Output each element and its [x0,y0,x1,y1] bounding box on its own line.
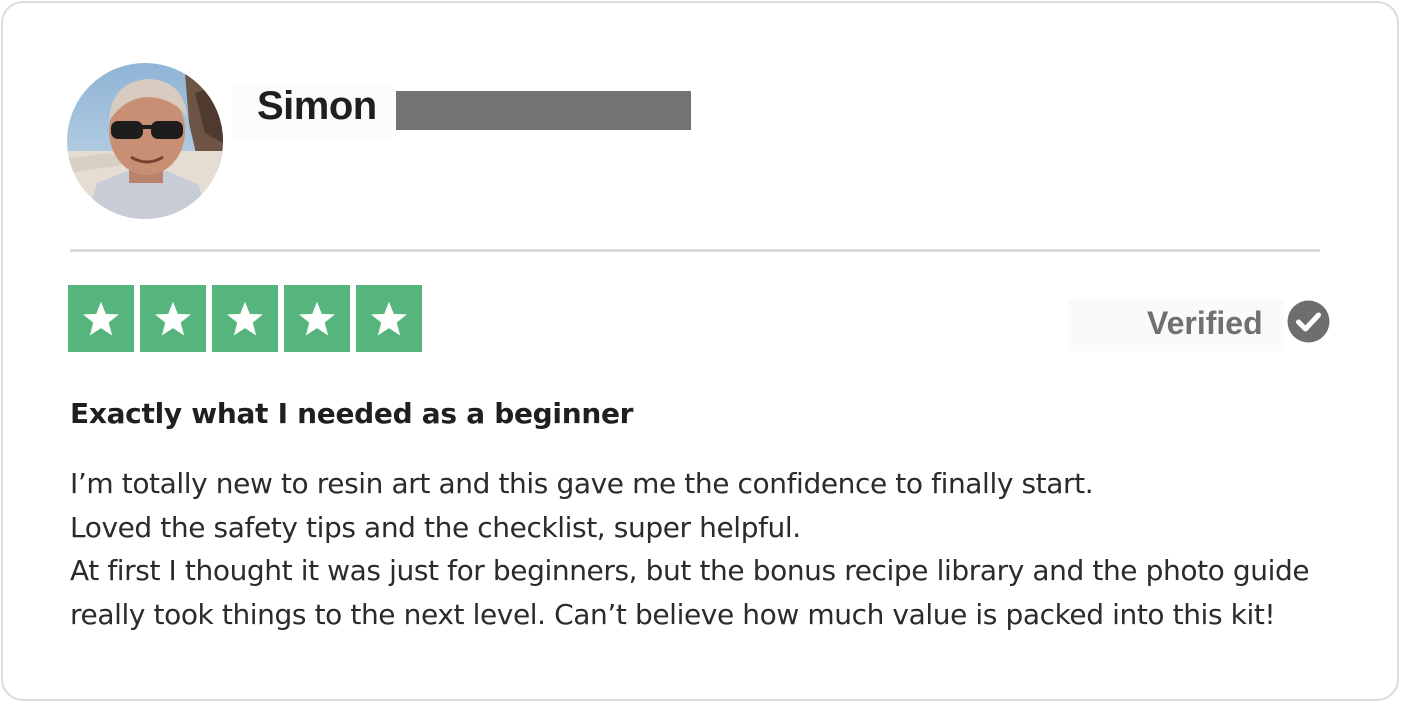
review-line: I’m totally new to resin art and this ga… [70,467,1094,500]
check-circle-icon [1287,300,1330,343]
review-line: At first I thought it was just for begin… [70,554,1310,587]
reviewer-name: Simon [257,84,377,128]
redacted-surname-bar [396,91,691,130]
star-icon [68,285,134,352]
divider [70,249,1320,252]
star-icon [356,285,422,352]
review-body: I’m totally new to resin art and this ga… [70,462,1330,636]
star-icon [140,285,206,352]
review-line: Loved the safety tips and the checklist,… [70,510,801,544]
review-line: really took things to the next level. Ca… [70,597,1276,631]
star-icon [212,285,278,352]
star-icon [284,285,350,352]
star-rating [68,285,422,352]
verified-label: Verified [1147,305,1263,341]
reviewer-avatar [67,63,223,219]
review-title: Exactly what I needed as a beginner [70,397,634,430]
avatar-photo [67,63,223,219]
